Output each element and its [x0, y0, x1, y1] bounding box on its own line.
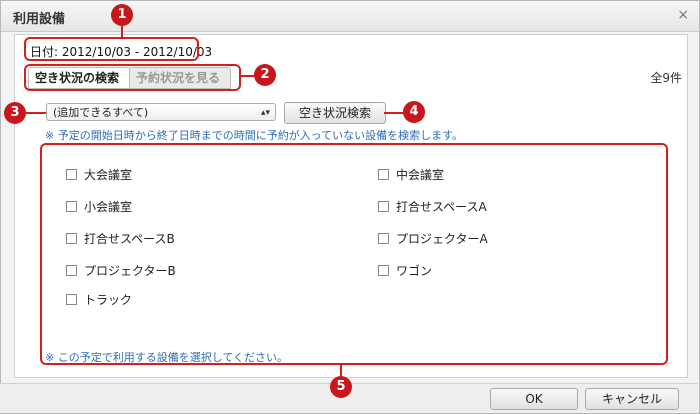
result-count: 全9件 [650, 71, 682, 85]
annotation-box-1 [24, 37, 199, 61]
annotation-box-5 [40, 143, 668, 365]
select-value: (追加できるすべて) [53, 106, 149, 119]
annotation-marker-3: 3 [4, 102, 26, 124]
close-icon[interactable]: × [677, 7, 689, 23]
annotation-marker-4: 4 [403, 101, 425, 123]
equipment-filter-select[interactable]: (追加できるすべて) ▴▾ [46, 103, 276, 121]
annotation-line-2 [241, 75, 255, 77]
dialog-title: 利用設備 [13, 12, 66, 27]
search-hint: ※ 予定の開始日時から終了日時までの時間に予約が入っていない設備を検索します。 [45, 129, 464, 142]
annotation-marker-2: 2 [254, 64, 276, 86]
annotation-line-1 [121, 26, 123, 38]
dialog-titlebar: 利用設備 × [1, 1, 699, 32]
ok-button[interactable]: OK [490, 388, 578, 410]
cancel-button[interactable]: キャンセル [585, 388, 679, 410]
annotation-marker-5: 5 [330, 376, 352, 398]
annotation-line-3 [26, 112, 46, 114]
availability-search-button[interactable]: 空き状況検索 [284, 102, 386, 124]
annotation-line-4 [384, 112, 404, 114]
select-arrows-icon: ▴▾ [260, 108, 270, 118]
annotation-box-2 [24, 64, 241, 91]
annotation-marker-1: 1 [111, 4, 133, 26]
